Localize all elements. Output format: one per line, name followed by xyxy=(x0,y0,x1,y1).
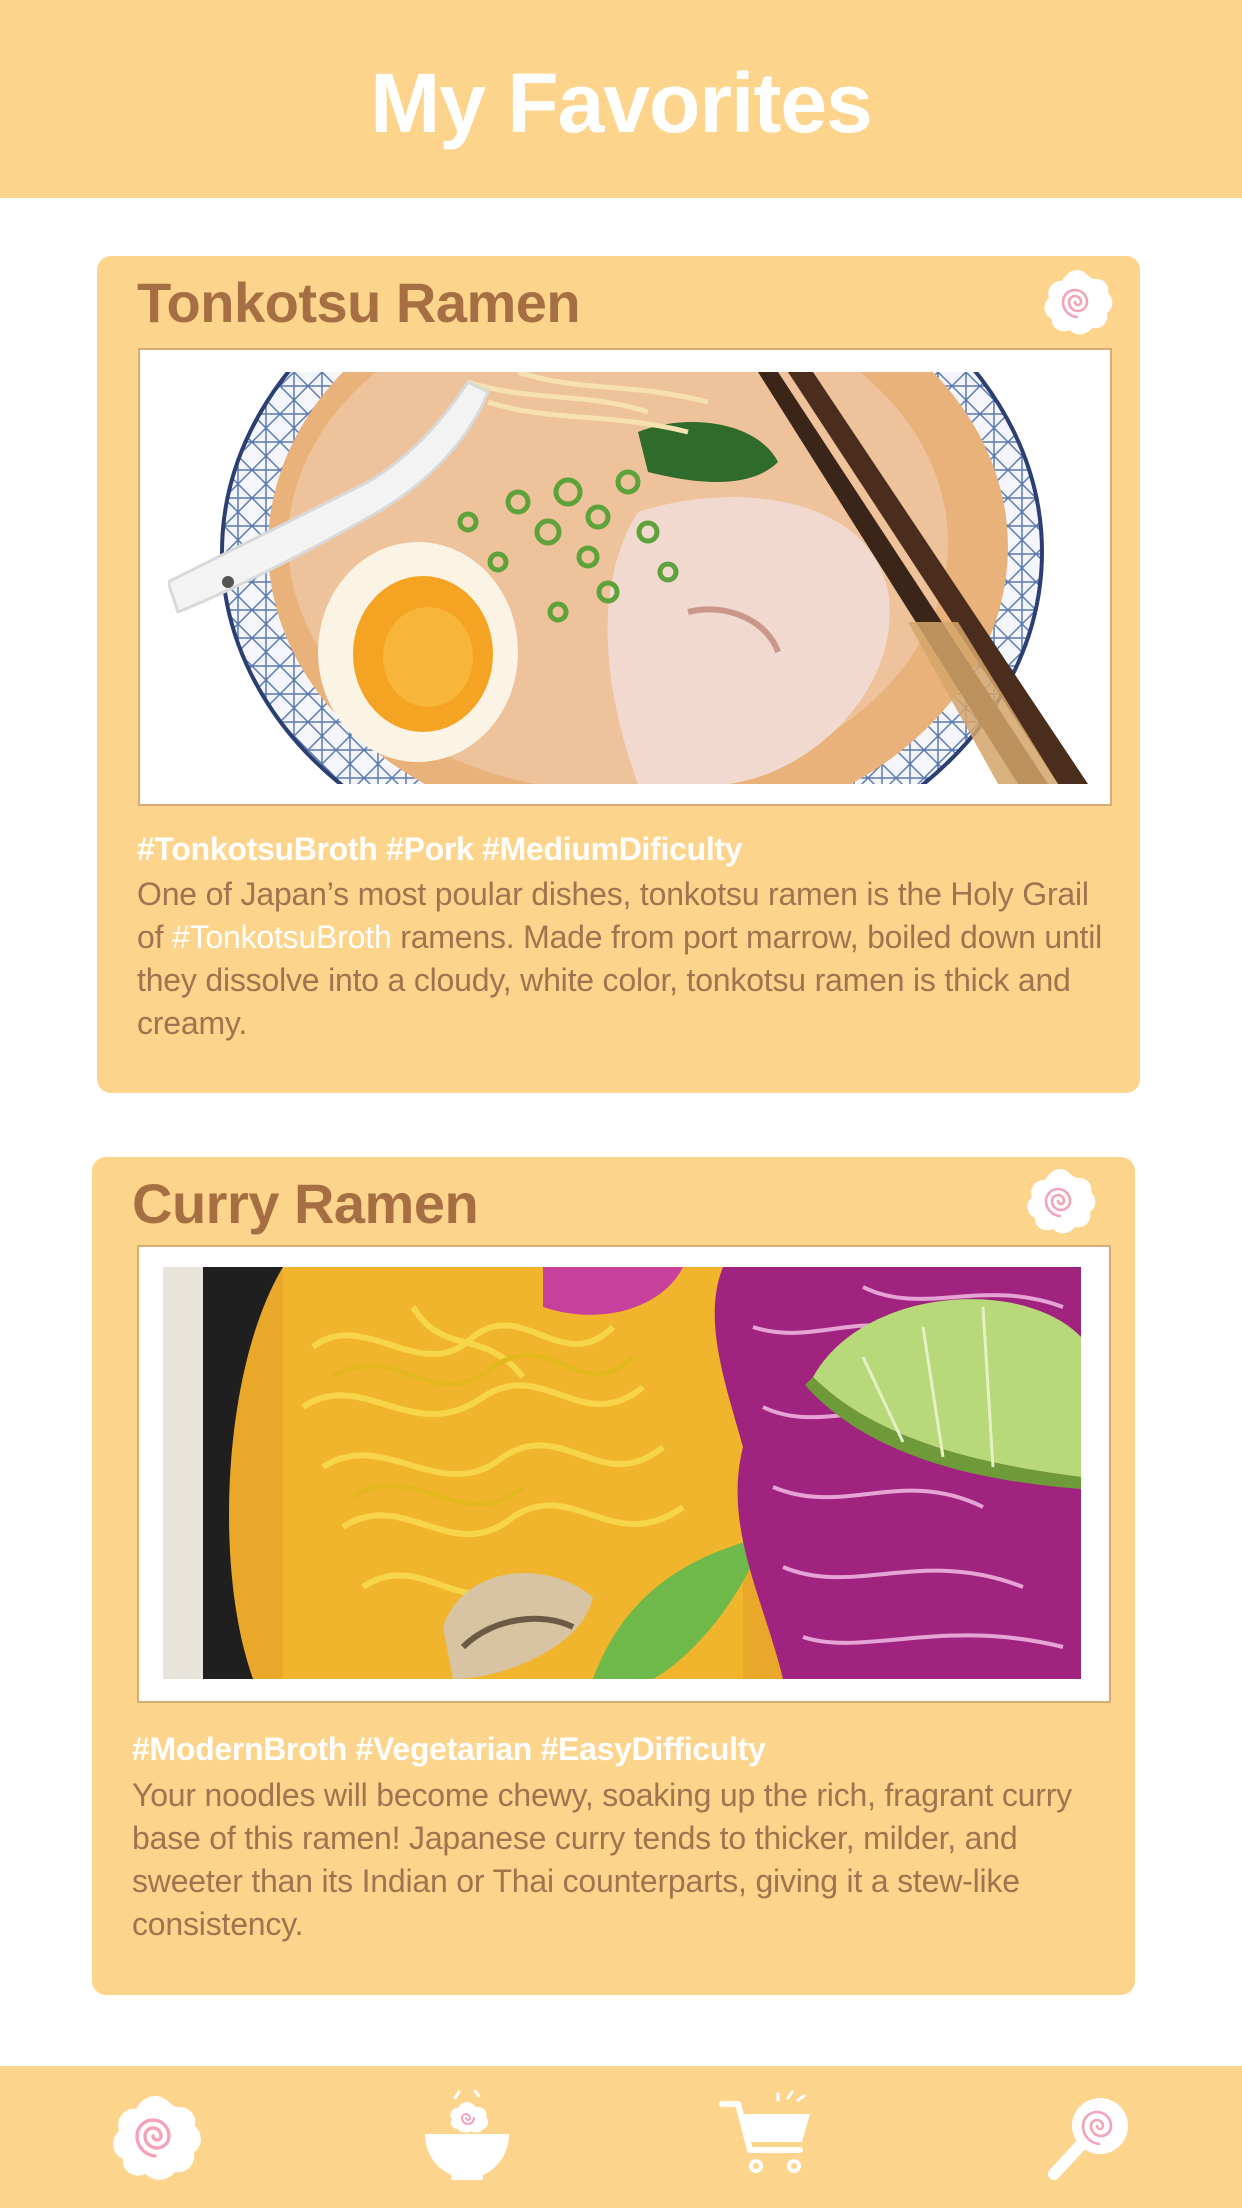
recipe-card-curry[interactable]: Curry Ramen #ModernBroth #Vegetarian #Ea… xyxy=(92,1157,1135,1995)
shopping-cart-icon[interactable] xyxy=(718,2088,818,2184)
naruto-fishcake-icon[interactable] xyxy=(1021,1165,1099,1237)
recipe-tags[interactable]: #ModernBroth #Vegetarian #EasyDifficulty xyxy=(132,1731,766,1768)
naruto-fishcake-icon[interactable] xyxy=(1038,266,1116,338)
page-title: My Favorites xyxy=(370,55,873,150)
inline-hashtag[interactable]: #TonkotsuBroth xyxy=(172,919,392,955)
card-title: Curry Ramen xyxy=(132,1172,479,1235)
ramen-bowl-icon[interactable] xyxy=(417,2088,517,2184)
bottom-nav-bar xyxy=(0,2066,1242,2208)
card-title: Tonkotsu Ramen xyxy=(137,271,581,334)
curry-ramen-photo xyxy=(163,1267,1081,1679)
search-magnifier-icon[interactable] xyxy=(1040,2088,1140,2184)
naruto-favorites-icon[interactable] xyxy=(105,2088,205,2184)
tonkotsu-ramen-photo xyxy=(168,372,1096,784)
recipe-tags[interactable]: #TonkotsuBroth #Pork #MediumDificulty xyxy=(137,831,743,868)
app-header: My Favorites xyxy=(0,0,1242,198)
recipe-image-frame xyxy=(138,348,1112,806)
recipe-description: One of Japan’s most poular dishes, tonko… xyxy=(137,873,1112,1045)
recipe-card-tonkotsu[interactable]: Tonkotsu Ramen #TonkotsuBroth #Pork #Med… xyxy=(97,256,1140,1093)
recipe-description: Your noodles will become chewy, soaking … xyxy=(132,1777,1072,1942)
recipe-image-frame xyxy=(137,1245,1111,1703)
